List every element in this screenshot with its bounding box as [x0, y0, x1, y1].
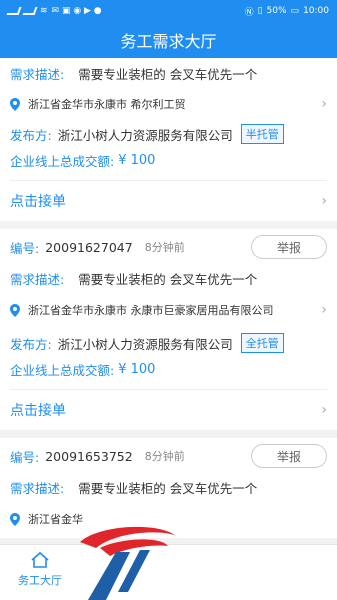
- vibrate-icon: ▯: [257, 6, 263, 16]
- report-button[interactable]: 举报: [251, 444, 327, 468]
- signal-icon-2: [22, 7, 38, 15]
- nfc-icon: Ⓝ: [244, 7, 254, 18]
- code-row: 编号: 20091653752 8分钟前 举报: [10, 438, 327, 474]
- grab-order-button[interactable]: 点击接单: [10, 400, 66, 420]
- demand-card: 需求描述: 需要专业装柜的 会叉车优先一个 浙江省金华市永康市 希尔利工贸 › …: [0, 58, 337, 221]
- signal-icon: [6, 7, 22, 15]
- trust-tag: 全托管: [240, 333, 284, 353]
- desc-label: 需求描述:: [10, 271, 65, 287]
- location-pin-icon: [10, 304, 20, 317]
- location-pin-icon: [10, 513, 20, 526]
- grab-order-row[interactable]: 点击接单 ›: [10, 390, 327, 430]
- deal-amount: ¥ 100: [118, 361, 156, 377]
- grab-order-row[interactable]: 点击接单 ›: [10, 181, 327, 221]
- desc-text: 需要专业装柜的 会叉车优先一个: [78, 66, 258, 82]
- time-text: 8分钟前: [144, 450, 185, 463]
- code-text: 20091653752: [45, 448, 133, 464]
- wifi-icon: ≋: [40, 6, 48, 16]
- desc-text: 需要专业装柜的 会叉车优先一个: [78, 271, 258, 287]
- code-label: 编号:: [10, 240, 40, 256]
- chevron-right-icon: ›: [321, 193, 327, 209]
- publisher-row: 发布方: 浙江小树人力资源服务有限公司 全托管: [10, 329, 327, 357]
- status-icons-right: Ⓝ ▯ 50% ▭ 10:00: [245, 5, 329, 18]
- status-icons-left: ≋ ✉ ▣ ◉ ▶ ●: [6, 6, 102, 16]
- deal-amount: ¥ 100: [118, 152, 156, 168]
- address-row[interactable]: 浙江省金华市永康市 永康市巨豪家居用品有限公司 ›: [10, 291, 327, 329]
- deal-label: 企业线上总成交额:: [10, 153, 115, 169]
- app-header: 务工需求大厅: [0, 22, 337, 58]
- desc-row: 需求描述: 需要专业装柜的 会叉车优先一个: [10, 265, 327, 291]
- chevron-right-icon: ›: [321, 96, 327, 112]
- address-text: 浙江省金华市永康市 永康市巨豪家居用品有限公司: [28, 304, 274, 317]
- report-button[interactable]: 举报: [251, 235, 327, 259]
- address-text: 浙江省金华市永康市 希尔利工贸: [28, 98, 186, 111]
- desc-label: 需求描述:: [10, 66, 65, 82]
- publisher-label: 发布方:: [10, 336, 52, 352]
- publisher-row: 发布方: 浙江小树人力资源服务有限公司 半托管: [10, 120, 327, 148]
- home-icon: [10, 551, 70, 572]
- status-bar: ≋ ✉ ▣ ◉ ▶ ● Ⓝ ▯ 50% ▭ 10:00: [0, 0, 337, 22]
- chevron-right-icon: ›: [321, 302, 327, 318]
- desc-text: 需要专业装柜的 会叉车优先一个: [78, 480, 258, 496]
- demand-list[interactable]: 需求描述: 需要专业装柜的 会叉车优先一个 浙江省金华市永康市 希尔利工贸 › …: [0, 58, 337, 600]
- desc-label: 需求描述:: [10, 480, 65, 496]
- desc-row: 需求描述: 需要专业装柜的 会叉车优先一个: [10, 58, 327, 88]
- deal-label: 企业线上总成交额:: [10, 362, 115, 378]
- deal-row: 企业线上总成交额: ¥ 100: [10, 148, 327, 172]
- demand-card: 编号: 20091627047 8分钟前 举报 需求描述: 需要专业装柜的 会叉…: [0, 229, 337, 430]
- chevron-right-icon: ›: [321, 402, 327, 418]
- desc-row: 需求描述: 需要专业装柜的 会叉车优先一个: [10, 474, 327, 500]
- publisher-text: 浙江小树人力资源服务有限公司: [57, 127, 233, 143]
- publisher-label: 发布方:: [10, 127, 52, 143]
- address-row[interactable]: 浙江省金华市永康市 希尔利工贸 ›: [10, 88, 327, 120]
- code-text: 20091627047: [45, 239, 133, 255]
- tab-work-hall[interactable]: 务工大厅: [10, 551, 70, 588]
- page-title: 务工需求大厅: [120, 32, 217, 51]
- time-text: 8分钟前: [144, 241, 185, 254]
- code-row: 编号: 20091627047 8分钟前 举报: [10, 229, 327, 265]
- publisher-text: 浙江小树人力资源服务有限公司: [57, 336, 233, 352]
- deal-row: 企业线上总成交额: ¥ 100: [10, 357, 327, 381]
- clock: 10:00: [303, 6, 329, 16]
- battery-text: 50%: [266, 6, 287, 16]
- floating-logo: [70, 522, 182, 600]
- code-label: 编号:: [10, 449, 40, 465]
- tab-label: 务工大厅: [18, 574, 62, 587]
- notification-icons: ✉ ▣ ◉ ▶ ●: [51, 6, 102, 16]
- location-pin-icon: [10, 98, 20, 111]
- battery-icon: ▭: [290, 6, 300, 16]
- trust-tag: 半托管: [240, 124, 284, 144]
- grab-order-button[interactable]: 点击接单: [10, 191, 66, 211]
